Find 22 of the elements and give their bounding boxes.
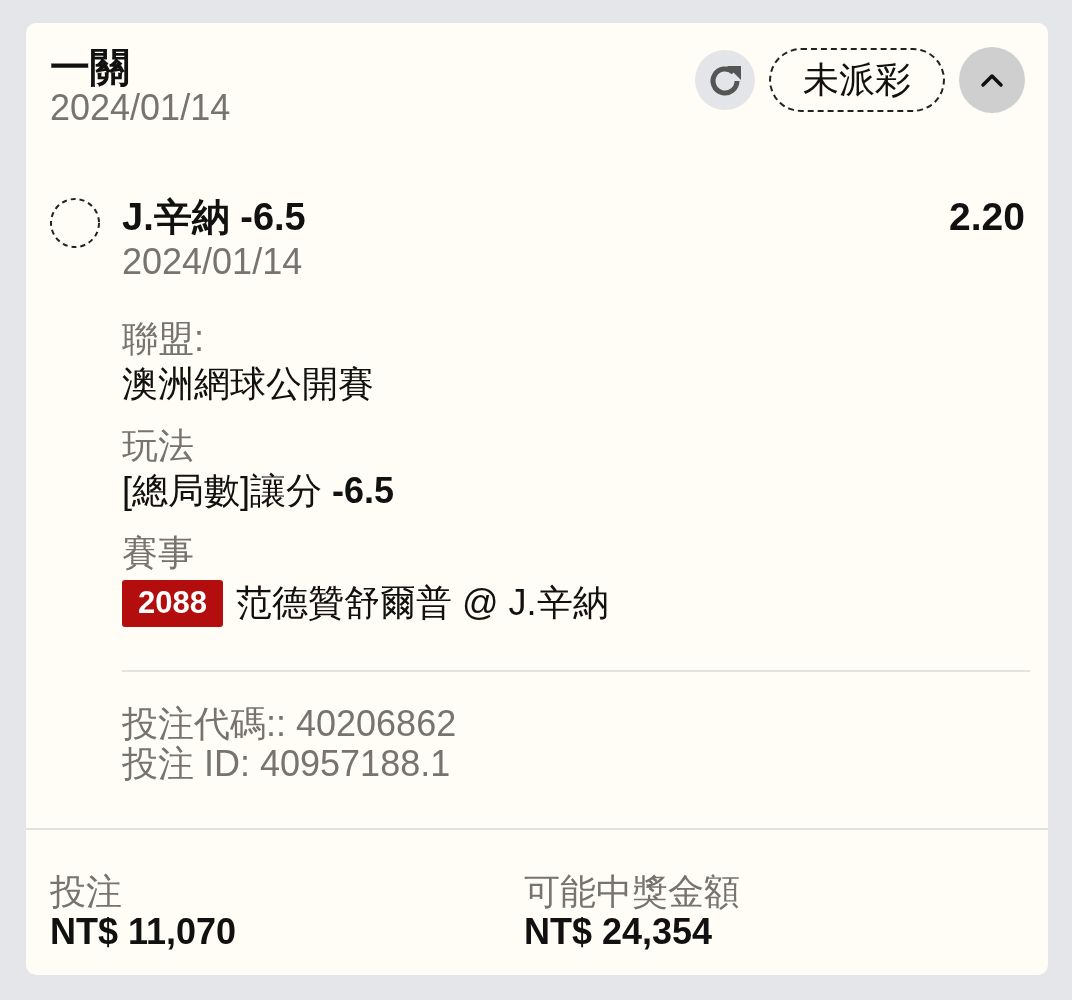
detail-label: 聯盟: — [122, 319, 205, 359]
status-tag: 未派彩 — [769, 48, 945, 112]
caret-up-icon — [980, 72, 1004, 88]
detail-value: 范德贊舒爾普 @ J.辛納 — [235, 581, 609, 625]
detail-value: 澳洲網球公開賽 — [122, 362, 375, 406]
event-number-badge: 2088 — [122, 579, 223, 627]
bet-type-title: 一關 — [50, 47, 131, 87]
summary-label: 投注 — [50, 872, 123, 912]
bet-date: 2024/01/14 — [50, 87, 231, 129]
bet-code-text: 投注代碼:: 40206862 — [122, 704, 458, 744]
refresh-button[interactable] — [695, 50, 755, 110]
selection-date: 2024/01/14 — [122, 240, 304, 284]
summary-amount: NT$ 24,354 — [524, 912, 714, 952]
bet-code-text: 投注 ID: 40957188.1 — [122, 744, 452, 784]
detail-label: 賽事 — [122, 533, 195, 573]
summary-label: 可能中獎金額 — [524, 872, 741, 912]
detail-value: [總局數]讓分 -6.5 — [122, 469, 396, 513]
odds-value: 2.20 — [949, 197, 1025, 240]
selection-name: J.辛納 -6.5 — [122, 197, 307, 237]
dashed-circle-icon — [50, 198, 100, 248]
summary-amount: NT$ 11,070 — [50, 912, 238, 952]
detail-label: 玩法 — [122, 426, 195, 466]
